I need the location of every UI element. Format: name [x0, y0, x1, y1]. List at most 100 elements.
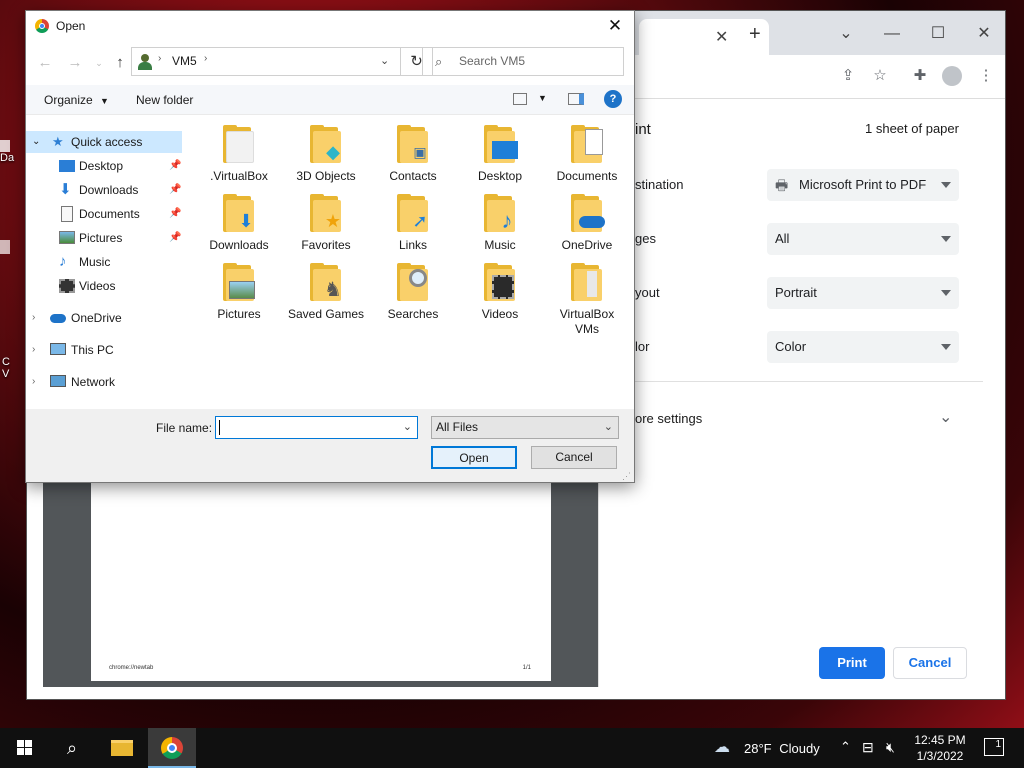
forward-arrow-icon[interactable]: →: [64, 53, 86, 73]
folder-icon: [571, 263, 603, 303]
breadcrumb-chevron-icon: ›: [204, 53, 208, 64]
start-windows-icon[interactable]: [0, 728, 48, 768]
folder-desktop[interactable]: Desktop: [457, 119, 543, 184]
close-window-icon[interactable]: ✕: [969, 19, 999, 49]
nav-pictures[interactable]: Pictures 📌: [26, 227, 186, 249]
folder-documents[interactable]: Documents: [544, 119, 630, 184]
nav-quick-access[interactable]: ⌄ ★ Quick access: [26, 131, 182, 153]
nav-network[interactable]: › Network: [26, 371, 186, 393]
print-cancel-button[interactable]: Cancel: [893, 647, 967, 679]
extensions-icon[interactable]: ✚: [907, 63, 933, 89]
folder-contacts[interactable]: ▣ Contacts: [370, 119, 456, 184]
folder-music[interactable]: ♪ Music: [457, 188, 543, 253]
tab-close-icon[interactable]: ✕: [715, 27, 728, 47]
preview-pane-icon[interactable]: [568, 93, 584, 105]
more-settings-toggle[interactable]: ore settings ⌄: [599, 399, 983, 439]
help-icon[interactable]: ?: [604, 90, 622, 108]
folder-downloads[interactable]: ⬇ Downloads: [196, 188, 282, 253]
open-file-dialog: Open ✕ ← → ⌄ ↑ › VM5 › ⌄ ↻ ⌕ Search VM5 …: [25, 10, 635, 483]
folder-searches[interactable]: Searches: [370, 257, 456, 322]
documents-icon: [61, 206, 73, 222]
search-placeholder: Search VM5: [459, 54, 526, 68]
cloud-icon: [50, 314, 66, 323]
folder-pictures[interactable]: Pictures: [196, 257, 282, 322]
nav-this-pc[interactable]: › This PC: [26, 339, 186, 361]
pages-label: ges: [635, 231, 656, 246]
file-type-select[interactable]: All Files ⌄: [431, 416, 619, 439]
folder-saved-games[interactable]: ♞ Saved Games: [283, 257, 369, 322]
pictures-icon: [59, 231, 75, 244]
file-list: .VirtualBox ◆ 3D Objects ▣ Contacts Desk…: [196, 119, 634, 409]
nav-downloads[interactable]: ⬇ Downloads 📌: [26, 179, 186, 201]
open-button[interactable]: Open: [431, 446, 517, 469]
bookmark-star-icon[interactable]: ☆: [867, 63, 893, 89]
folder-icon: [223, 125, 255, 165]
back-arrow-icon[interactable]: ←: [34, 53, 56, 73]
print-button[interactable]: Print: [819, 647, 885, 679]
desktop-icon-fragment[interactable]: [0, 240, 10, 254]
nav-documents[interactable]: Documents 📌: [26, 203, 186, 225]
file-explorer-icon[interactable]: [98, 728, 146, 768]
minimize-icon[interactable]: —: [877, 19, 907, 49]
desktop-icon-fragment[interactable]: Da: [0, 140, 14, 170]
clock[interactable]: 12:45 PM 1/3/2022: [910, 732, 970, 764]
folder-videos[interactable]: Videos: [457, 257, 543, 322]
tab-search-icon[interactable]: ⌄: [831, 19, 861, 49]
search-icon[interactable]: ⌕: [48, 728, 96, 768]
folder-3d-objects[interactable]: ◆ 3D Objects: [283, 119, 369, 184]
pictures-folder-icon: [223, 263, 255, 303]
view-dropdown-icon[interactable]: ▼: [538, 93, 547, 103]
show-hidden-icons-chevron-icon[interactable]: ⌃: [840, 739, 851, 755]
desktop-icon: [59, 160, 75, 172]
collapsed-arrow-icon: ›: [32, 344, 36, 355]
videos-folder-icon: [484, 263, 516, 303]
dropdown-arrow-icon: ▼: [100, 96, 109, 106]
chrome-logo-icon: [35, 19, 49, 33]
up-arrow-icon[interactable]: ↑: [109, 53, 131, 73]
nav-music[interactable]: ♪ Music: [26, 251, 186, 273]
menu-dots-icon[interactable]: ⋮: [973, 63, 999, 89]
recent-locations-icon[interactable]: ⌄: [88, 53, 110, 73]
dialog-title: Open: [56, 19, 86, 33]
nav-onedrive[interactable]: › OneDrive: [26, 307, 186, 329]
desktop-icon-fragment[interactable]: C V: [2, 356, 10, 380]
file-name-input[interactable]: ⌄: [215, 416, 418, 439]
notification-center-icon[interactable]: 1: [984, 738, 1004, 756]
folder-virtualbox[interactable]: .VirtualBox: [196, 119, 282, 184]
pages-select[interactable]: All: [767, 223, 959, 255]
file-name-dropdown-icon[interactable]: ⌄: [403, 420, 412, 433]
folder-virtualbox-vms[interactable]: VirtualBox VMs: [544, 257, 630, 337]
color-select[interactable]: Color: [767, 331, 959, 363]
folder-favorites[interactable]: ★ Favorites: [283, 188, 369, 253]
volume-muted-icon[interactable]: 🔇︎: [886, 739, 895, 756]
address-bar[interactable]: › VM5 › ⌄: [131, 47, 401, 76]
destination-select[interactable]: 🖶 Microsoft Print to PDF: [767, 169, 959, 201]
search-icon: ⌕: [435, 54, 443, 69]
search-box[interactable]: ⌕ Search VM5: [422, 47, 624, 76]
resize-grip-icon[interactable]: ⋰: [622, 471, 631, 482]
share-icon[interactable]: ⇪: [835, 63, 861, 89]
close-icon[interactable]: ✕: [602, 14, 628, 38]
searches-folder-icon: [397, 263, 429, 303]
address-dropdown-icon[interactable]: ⌄: [380, 54, 389, 67]
folder-links[interactable]: ➚ Links: [370, 188, 456, 253]
network-status-icon[interactable]: ⊟: [862, 739, 874, 756]
weather-widget[interactable]: 28°F Cloudy: [744, 741, 820, 756]
view-options-icon[interactable]: [513, 93, 527, 105]
cancel-button[interactable]: Cancel: [531, 446, 617, 469]
nav-desktop[interactable]: Desktop 📌: [26, 155, 186, 177]
breadcrumb-chevron-icon: ›: [158, 53, 162, 64]
network-icon: [50, 375, 66, 387]
folder-onedrive[interactable]: OneDrive: [544, 188, 630, 253]
chrome-taskbar-icon[interactable]: [148, 728, 196, 768]
profile-avatar-icon[interactable]: [939, 63, 965, 89]
maximize-icon[interactable]: ☐: [923, 19, 953, 49]
notification-count-badge: 1: [995, 739, 1001, 750]
new-folder-button[interactable]: New folder: [136, 93, 193, 107]
file-name-label: File name:: [156, 421, 213, 435]
layout-select[interactable]: Portrait: [767, 277, 959, 309]
organize-button[interactable]: Organize ▼: [44, 93, 109, 107]
nav-videos[interactable]: Videos: [26, 275, 186, 297]
new-tab-icon[interactable]: +: [749, 23, 761, 46]
breadcrumb-segment[interactable]: VM5: [172, 54, 197, 68]
